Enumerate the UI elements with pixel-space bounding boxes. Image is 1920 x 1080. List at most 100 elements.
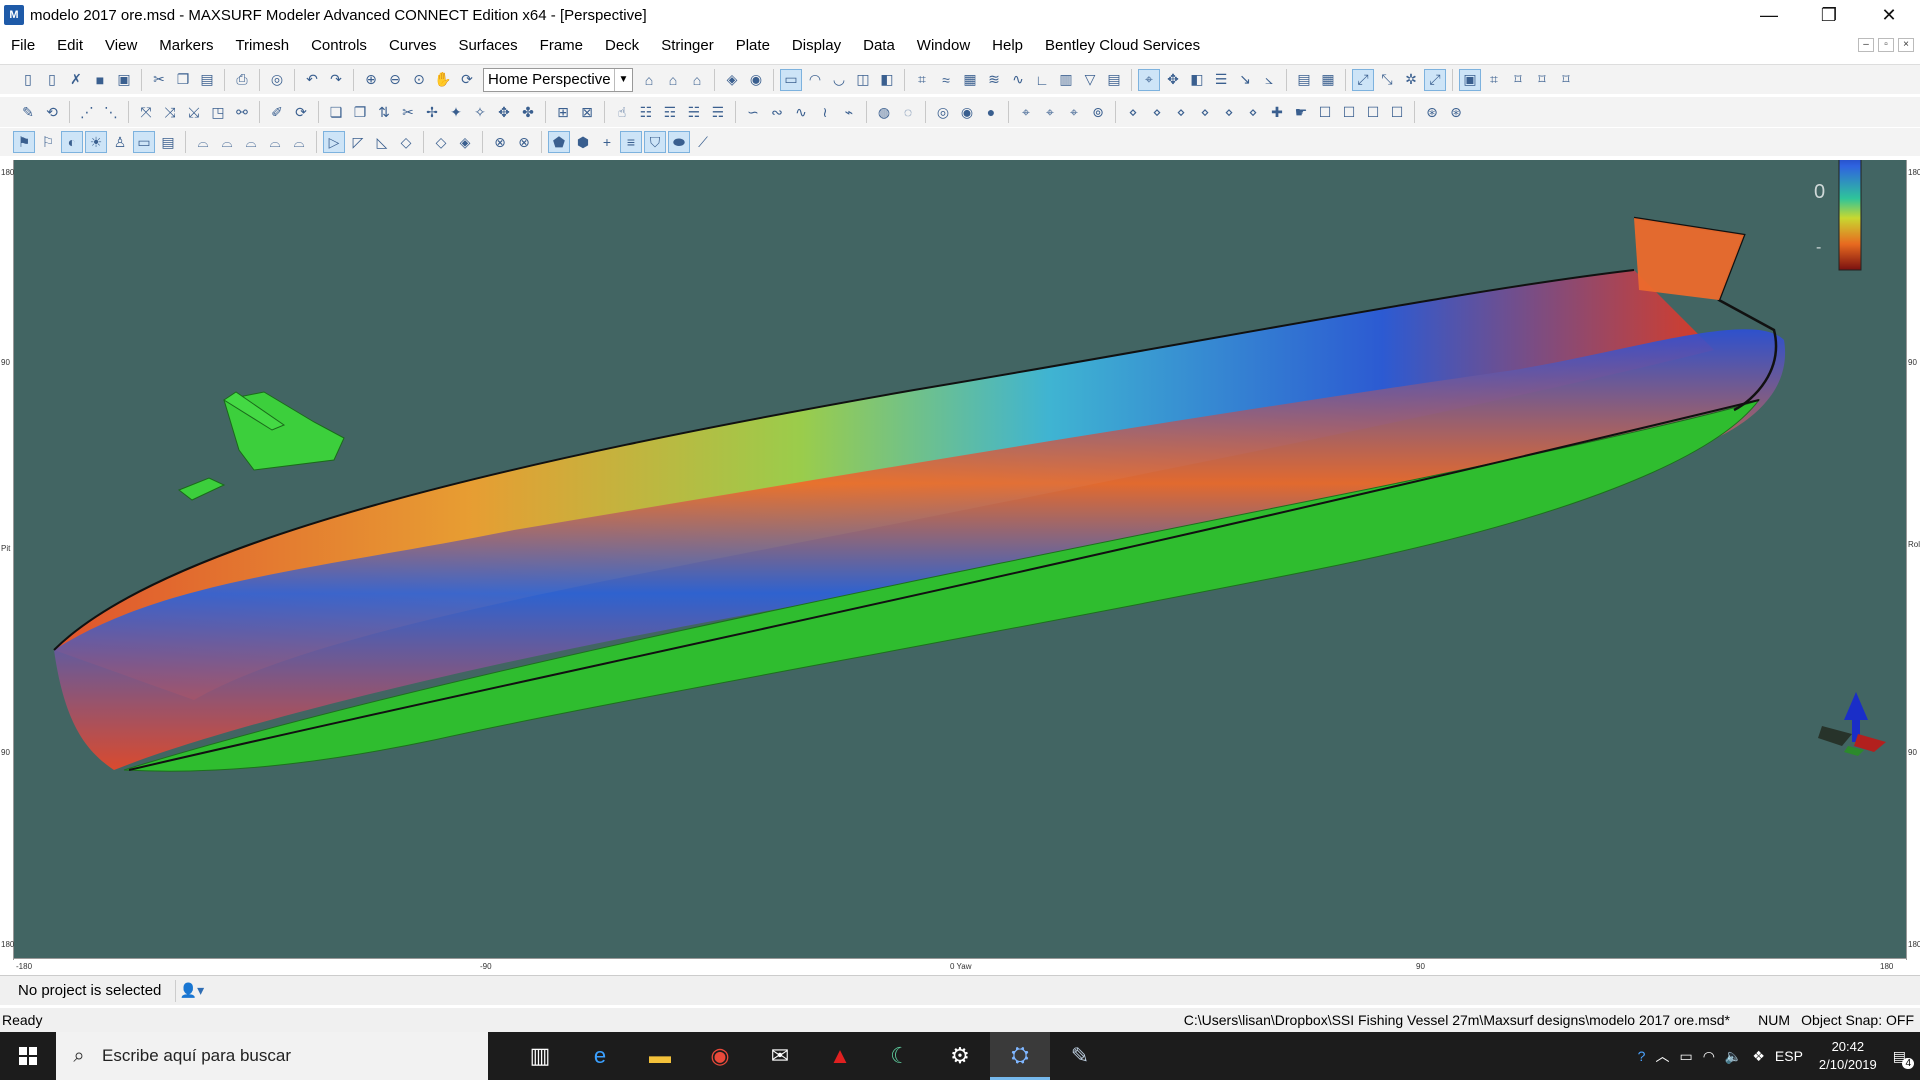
taskbar-search[interactable]: ⌕ Escribe aquí para buscar (56, 1032, 488, 1080)
copy-surface-icon[interactable]: ❐ (349, 101, 371, 123)
view-select[interactable]: Home Perspective ▼ (483, 67, 633, 92)
print-icon[interactable]: ⎙ (231, 69, 253, 91)
fair-tool-icon[interactable]: ⤡ (1376, 69, 1398, 91)
contours-display-icon[interactable]: ≋ (983, 69, 1005, 91)
paint-icon[interactable]: ✎ (1050, 1032, 1110, 1080)
user-account-button[interactable]: 👤▾ (175, 979, 207, 1002)
marker-tool-4-icon[interactable]: ◉ (956, 101, 978, 123)
chevron-up-icon[interactable]: ︿ (1655, 1046, 1669, 1066)
mdi-restore-button[interactable]: ▫ (1878, 38, 1894, 52)
restore-button[interactable]: ❐ (1800, 0, 1858, 30)
hull-tool-1-icon[interactable]: ⌓ (192, 131, 214, 153)
marker-tool-5-icon[interactable]: ● (980, 101, 1002, 123)
paste-icon[interactable]: ▤ (196, 69, 218, 91)
trimesh-tool-4-icon[interactable]: ⊚ (1087, 101, 1109, 123)
clock[interactable]: 20:42 2/10/2019 (1819, 1038, 1877, 1074)
stations-display-icon[interactable]: ∿ (1007, 69, 1029, 91)
hull-tool-16-icon[interactable]: + (596, 131, 618, 153)
redraw-icon[interactable]: ⟳ (290, 101, 312, 123)
surface-display-icon[interactable]: ▭ (780, 68, 802, 91)
hull-tool-7-icon[interactable]: ◸ (347, 131, 369, 153)
menu-surfaces[interactable]: Surfaces (447, 33, 528, 59)
mesh-tool-9-icon[interactable]: ☐ (1314, 101, 1336, 123)
close-button[interactable]: ✕ (1860, 0, 1918, 30)
monitor-icon[interactable]: ▣ (1459, 68, 1481, 91)
fit-tool-icon[interactable]: ⤢ (1352, 68, 1374, 91)
cut-icon[interactable]: ✂ (148, 69, 170, 91)
display-tool-7-icon[interactable]: ▤ (157, 131, 179, 153)
battery-icon[interactable]: ▭ (1679, 1048, 1692, 1065)
trimesh-tool-3-icon[interactable]: ⌖ (1063, 101, 1085, 123)
table-display-icon[interactable]: ▥ (1055, 69, 1077, 91)
hull-tool-4-icon[interactable]: ⌓ (264, 131, 286, 153)
curve-tool-2-icon[interactable]: ∾ (766, 101, 788, 123)
new-file-icon[interactable]: ▯ (17, 69, 39, 91)
menu-markers[interactable]: Markers (148, 33, 224, 59)
menu-stringer[interactable]: Stringer (650, 33, 725, 59)
save-as-icon[interactable]: ▣ (113, 69, 135, 91)
bound-icon[interactable]: ◳ (207, 101, 229, 123)
menu-plate[interactable]: Plate (725, 33, 781, 59)
hull-tool-6-icon[interactable]: ▷ (323, 131, 345, 153)
help-icon[interactable]: ◎ (266, 69, 288, 91)
volume-icon[interactable]: 🔈 (1725, 1048, 1742, 1065)
menu-curves[interactable]: Curves (378, 33, 448, 59)
mesh-tool-7-icon[interactable]: ✚ (1266, 101, 1288, 123)
select-region-icon[interactable]: ⋱ (100, 101, 122, 123)
flip-surface-icon[interactable]: ⇅ (373, 101, 395, 123)
menu-file[interactable]: File (0, 33, 46, 59)
curve-tool-1-icon[interactable]: ∽ (742, 101, 764, 123)
mesh-tool-11-icon[interactable]: ☐ (1362, 101, 1384, 123)
undo-icon[interactable]: ↶ (301, 69, 323, 91)
markers-display-icon[interactable]: ≈ (935, 69, 957, 91)
mesh-tool-13-icon[interactable]: ⊛ (1421, 101, 1443, 123)
zoom-in-icon[interactable]: ⊕ (360, 69, 382, 91)
menu-frame[interactable]: Frame (529, 33, 594, 59)
bend-surface-icon[interactable]: ✦ (445, 101, 467, 123)
display-tool-4-icon[interactable]: ☀ (85, 131, 107, 153)
display-tool-2-icon[interactable]: ⚐ (37, 131, 59, 153)
stretch-surface-icon[interactable]: ✥ (493, 101, 515, 123)
curve-tool-5-icon[interactable]: ⌁ (838, 101, 860, 123)
maxsurf-taskbar-icon[interactable]: ⛭ (990, 1032, 1050, 1080)
filter-display-icon[interactable]: ▽ (1079, 69, 1101, 91)
reset-home-view-icon[interactable]: ⌂ (686, 69, 708, 91)
wifi-icon[interactable]: ◠ (1703, 1048, 1715, 1065)
draw-icon[interactable]: ✐ (266, 101, 288, 123)
curve-tool-4-icon[interactable]: ≀ (814, 101, 836, 123)
mdi-minimize-button[interactable]: – (1858, 38, 1874, 52)
align-tool-icon[interactable]: ⦣ (1258, 69, 1280, 91)
menu-controls[interactable]: Controls (300, 33, 378, 59)
mail-icon[interactable]: ✉ (750, 1032, 810, 1080)
mesh-tool-6-icon[interactable]: ⋄ (1242, 101, 1264, 123)
move-row-icon[interactable]: ⤨ (159, 101, 181, 123)
move-points-icon[interactable]: ⤧ (135, 101, 157, 123)
move-tool-icon[interactable]: ✥ (1162, 69, 1184, 91)
app-moon-icon[interactable]: ☾ (870, 1032, 930, 1080)
mesh-tool-10-icon[interactable]: ☐ (1338, 101, 1360, 123)
frame-tool-icon[interactable]: ⌗ (1483, 69, 1505, 91)
chrome-icon[interactable]: ◉ (690, 1032, 750, 1080)
hull-tool-18-icon[interactable]: ⛉ (644, 131, 666, 153)
trimesh-tool-2-icon[interactable]: ⌖ (1039, 101, 1061, 123)
menu-view[interactable]: View (94, 33, 148, 59)
curve-tool-3-icon[interactable]: ∿ (790, 101, 812, 123)
hull-tool-8-icon[interactable]: ◺ (371, 131, 393, 153)
select-tool-icon[interactable]: ⌖ (1138, 68, 1160, 91)
display-tool-1-icon[interactable]: ⚑ (13, 131, 35, 153)
mesh-tool-12-icon[interactable]: ☐ (1386, 101, 1408, 123)
refresh-icon[interactable]: ⟲ (41, 101, 63, 123)
data-grid-icon[interactable]: ▦ (1317, 69, 1339, 91)
menu-deck[interactable]: Deck (594, 33, 650, 59)
move-column-icon[interactable]: ⤩ (183, 101, 205, 123)
link-icon[interactable]: ⚯ (231, 101, 253, 123)
duplicate-surface-icon[interactable]: ❏ (325, 101, 347, 123)
arrow-tool-icon[interactable]: ↘ (1234, 69, 1256, 91)
delete-surface-icon[interactable]: ⊠ (576, 101, 598, 123)
zoom-out-icon[interactable]: ⊖ (384, 69, 406, 91)
section-display-icon[interactable]: ◡ (828, 69, 850, 91)
notification-icon[interactable]: ▤ 4 (1893, 1048, 1914, 1069)
data-window-icon[interactable]: ▤ (1293, 69, 1315, 91)
menu-bentley-cloud[interactable]: Bentley Cloud Services (1034, 33, 1211, 59)
add-surface-icon[interactable]: ⊞ (552, 101, 574, 123)
